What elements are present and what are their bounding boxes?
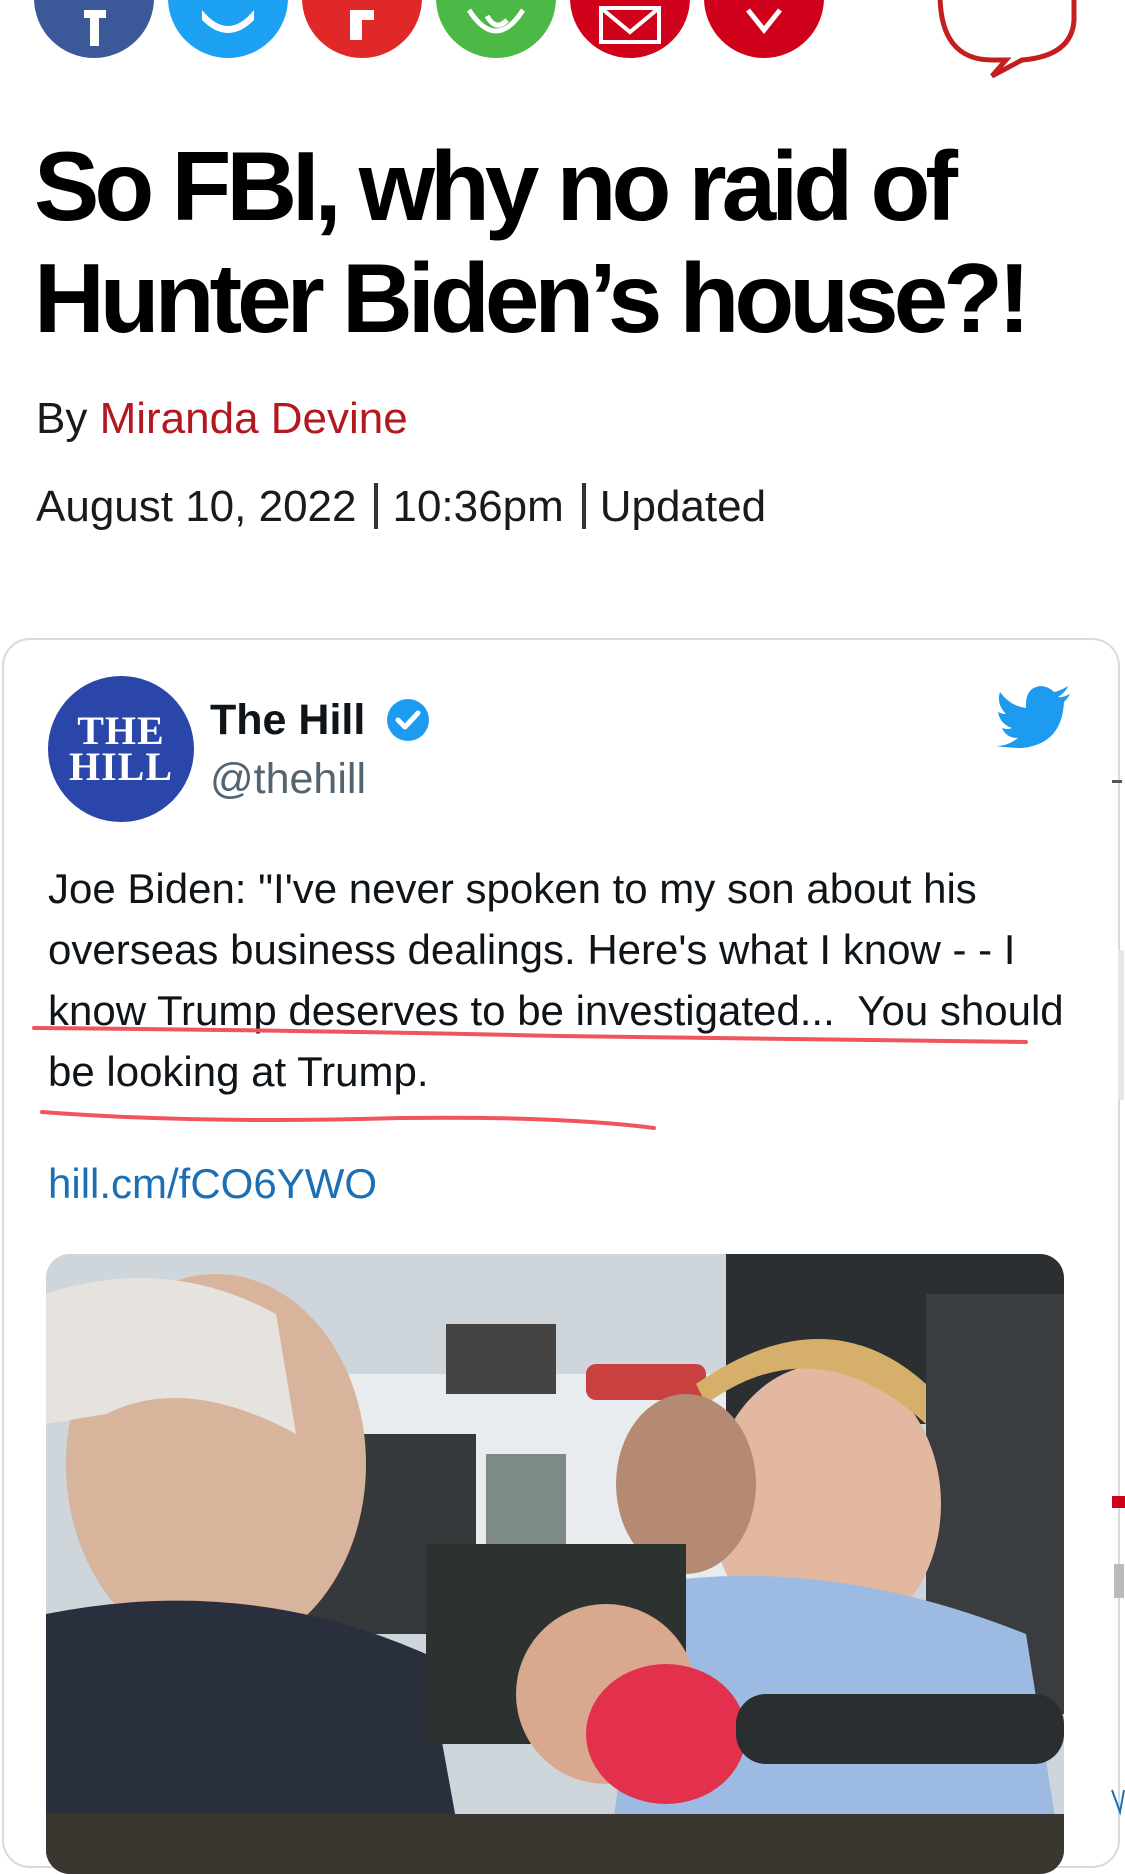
comment-icon	[937, 0, 1077, 78]
the-hill-avatar[interactable]: THE HILL	[48, 676, 194, 822]
email-icon	[599, 6, 661, 44]
publish-date: August 10, 2022	[36, 482, 357, 531]
comment-button[interactable]	[932, 0, 1082, 78]
tweet-link[interactable]: hill.cm/fCO6YWO	[48, 1160, 377, 1208]
article-headline: So FBI, why no raid of Hunter Biden’s ho…	[34, 131, 1031, 353]
whatsapp-icon	[466, 8, 526, 34]
link-icon	[746, 8, 782, 35]
separator	[374, 483, 379, 529]
tweet-media-photo[interactable]	[46, 1254, 1064, 1874]
avatar-line-2: HILL	[68, 744, 174, 789]
author-link[interactable]: Miranda Devine	[100, 394, 408, 443]
article-dateline: August 10, 2022 10:36pm Updated	[36, 482, 766, 532]
separator	[581, 483, 586, 529]
press-scrum-photo	[46, 1254, 1064, 1874]
twitter-icon	[202, 10, 254, 33]
updated-label: Updated	[599, 482, 767, 531]
flipboard-share-button[interactable]	[302, 0, 422, 58]
facebook-share-button[interactable]	[34, 0, 154, 58]
byline-prefix: By	[36, 394, 88, 443]
whatsapp-share-button[interactable]	[436, 0, 556, 58]
twitter-share-button[interactable]	[168, 0, 288, 58]
tweet-account-name[interactable]: The Hill	[210, 696, 365, 745]
tweet-text: Joe Biden: "I've never spoken to my son …	[48, 858, 1088, 1102]
publish-time: 10:36pm	[392, 482, 564, 531]
tweet-handle[interactable]: @thehill	[210, 755, 366, 804]
right-edge-fragments	[1111, 780, 1125, 1816]
facebook-icon	[84, 10, 106, 46]
verified-badge-icon	[387, 699, 429, 741]
copy-link-button[interactable]	[704, 0, 824, 58]
flipboard-icon	[350, 10, 374, 40]
twitter-logo-icon[interactable]	[996, 686, 1072, 748]
article-byline: By Miranda Devine	[36, 394, 408, 444]
email-share-button[interactable]	[570, 0, 690, 58]
